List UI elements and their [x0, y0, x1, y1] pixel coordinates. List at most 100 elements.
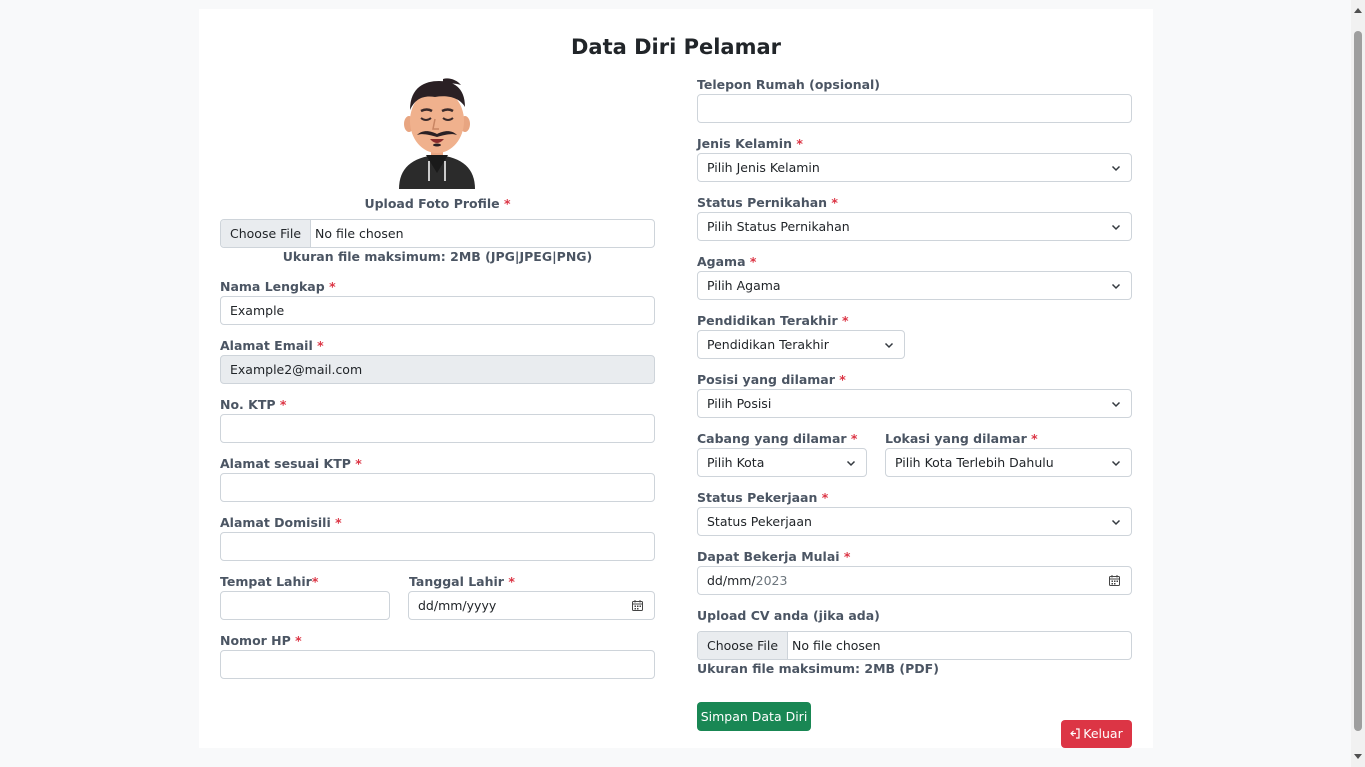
lokasi-label: Lokasi yang dilamar *: [885, 431, 1038, 446]
alamat-ktp-label: Alamat sesuai KTP *: [220, 456, 362, 471]
required-mark: *: [831, 195, 838, 210]
posisi-label-text: Posisi yang dilamar: [697, 372, 835, 387]
pendidikan-label: Pendidikan Terakhir *: [697, 313, 849, 328]
chevron-down-icon: [1111, 224, 1121, 231]
mulai-label: Dapat Bekerja Mulai *: [697, 549, 850, 564]
lokasi-value: Pilih Kota Terlebih Dahulu: [895, 455, 1054, 470]
required-mark: *: [841, 313, 849, 328]
logout-icon: [1070, 728, 1080, 739]
tanggal-lahir-input[interactable]: dd/mm/yyyy: [408, 591, 655, 620]
chevron-down-icon: [884, 342, 894, 349]
posisi-select[interactable]: Pilih Posisi: [697, 389, 1132, 418]
mulai-date-year: 2023: [755, 573, 788, 588]
tanggal-lahir-placeholder: dd/mm/yyyy: [418, 598, 497, 613]
required-mark: *: [796, 136, 803, 151]
posisi-label: Posisi yang dilamar *: [697, 372, 846, 387]
chevron-down-icon: [1111, 460, 1121, 467]
nama-label: Nama Lengkap *: [220, 279, 336, 294]
photo-file-status: No file chosen: [315, 226, 404, 241]
tanggal-lahir-label: Tanggal Lahir *: [409, 574, 515, 589]
domisili-input[interactable]: [220, 532, 655, 561]
jenis-kelamin-value: Pilih Jenis Kelamin: [707, 160, 820, 175]
telepon-input[interactable]: [697, 94, 1132, 123]
cv-file-status: No file chosen: [792, 638, 881, 653]
agama-value: Pilih Agama: [707, 278, 781, 293]
required-mark: *: [317, 338, 324, 353]
lokasi-select[interactable]: Pilih Kota Terlebih Dahulu: [885, 448, 1132, 477]
jenis-kelamin-label: Jenis Kelamin *: [697, 136, 803, 151]
photo-choose-file-button[interactable]: Choose File: [221, 220, 312, 247]
status-pernikahan-label-text: Status Pernikahan: [697, 195, 828, 210]
tempat-lahir-label: Tempat Lahir*: [220, 574, 318, 589]
photo-label: Upload Foto Profile *: [220, 196, 655, 211]
domisili-label-text: Alamat Domisili: [220, 515, 331, 530]
agama-select[interactable]: Pilih Agama: [697, 271, 1132, 300]
cabang-label: Cabang yang dilamar *: [697, 431, 857, 446]
required-mark: *: [279, 397, 287, 412]
required-mark: *: [1031, 431, 1038, 446]
required-mark: *: [329, 279, 336, 294]
email-label-text: Alamat Email: [220, 338, 313, 353]
tanggal-lahir-label-text: Tanggal Lahir: [409, 574, 504, 589]
scroll-up-arrow[interactable]: [1354, 8, 1362, 13]
mulai-date-value: dd/mm/2023: [707, 567, 787, 594]
chevron-down-icon: [1111, 283, 1121, 290]
alamat-ktp-input[interactable]: [220, 473, 655, 502]
calendar-icon[interactable]: [632, 600, 643, 611]
status-pekerjaan-value: Status Pekerjaan: [707, 514, 812, 529]
pendidikan-select[interactable]: Pendidikan Terakhir: [697, 330, 905, 359]
posisi-value: Pilih Posisi: [707, 396, 772, 411]
page-scrollbar[interactable]: [1351, 0, 1365, 767]
ktp-label: No. KTP *: [220, 397, 286, 412]
photo-file-input[interactable]: Choose File No file chosen: [220, 219, 655, 248]
chevron-down-icon: [1111, 165, 1121, 172]
email-input[interactable]: Example2@mail.com: [220, 355, 655, 384]
page-title: Data Diri Pelamar: [570, 35, 782, 59]
tempat-lahir-input[interactable]: [220, 591, 390, 620]
nama-input[interactable]: Example: [220, 296, 655, 325]
required-mark: *: [821, 490, 829, 505]
required-mark: *: [839, 372, 846, 387]
calendar-icon[interactable]: [1109, 575, 1120, 586]
required-mark: *: [355, 456, 362, 471]
cv-size-hint: Ukuran file maksimum: 2MB (PDF): [697, 661, 939, 676]
mulai-date-prefix: dd/mm/: [707, 573, 756, 588]
status-pekerjaan-select[interactable]: Status Pekerjaan: [697, 507, 1132, 536]
pendidikan-label-text: Pendidikan Terakhir: [697, 313, 838, 328]
save-button[interactable]: Simpan Data Diri: [697, 702, 811, 731]
ktp-label-text: No. KTP: [220, 397, 276, 412]
mulai-label-text: Dapat Bekerja Mulai: [697, 549, 840, 564]
telepon-label: Telepon Rumah (opsional): [697, 77, 881, 92]
jenis-kelamin-select[interactable]: Pilih Jenis Kelamin: [697, 153, 1132, 182]
required-mark: *: [504, 196, 511, 211]
nomor-hp-label-text: Nomor HP: [220, 633, 291, 648]
chevron-down-icon: [1111, 519, 1121, 526]
status-pernikahan-label: Status Pernikahan *: [697, 195, 838, 210]
photo-size-hint: Ukuran file maksimum: 2MB (JPG|JPEG|PNG): [282, 249, 593, 264]
mulai-date-input[interactable]: dd/mm/2023: [697, 566, 1132, 595]
required-mark: *: [311, 574, 319, 589]
required-mark: *: [508, 574, 515, 589]
jenis-kelamin-label-text: Jenis Kelamin: [697, 136, 792, 151]
lokasi-label-text: Lokasi yang dilamar: [885, 431, 1027, 446]
cabang-select[interactable]: Pilih Kota: [697, 448, 867, 477]
tempat-lahir-label-text: Tempat Lahir: [220, 574, 312, 589]
domisili-label: Alamat Domisili *: [220, 515, 342, 530]
scroll-down-arrow[interactable]: [1354, 754, 1362, 759]
cabang-label-text: Cabang yang dilamar: [697, 431, 847, 446]
agama-label: Agama *: [697, 254, 756, 269]
cv-label: Upload CV anda (jika ada): [697, 608, 880, 623]
chevron-down-icon: [1111, 401, 1121, 408]
nomor-hp-input[interactable]: [220, 650, 655, 679]
photo-label-text: Upload Foto Profile: [364, 196, 500, 211]
cv-file-input[interactable]: Choose File No file chosen: [697, 631, 1132, 660]
logout-button[interactable]: Keluar: [1061, 720, 1132, 748]
required-mark: *: [749, 254, 757, 269]
ktp-input[interactable]: [220, 414, 655, 443]
avatar: [399, 78, 475, 189]
scroll-thumb[interactable]: [1354, 31, 1362, 731]
cv-choose-file-button[interactable]: Choose File: [698, 632, 789, 659]
required-mark: *: [843, 549, 851, 564]
status-pekerjaan-label: Status Pekerjaan *: [697, 490, 828, 505]
status-pernikahan-select[interactable]: Pilih Status Pernikahan: [697, 212, 1132, 241]
